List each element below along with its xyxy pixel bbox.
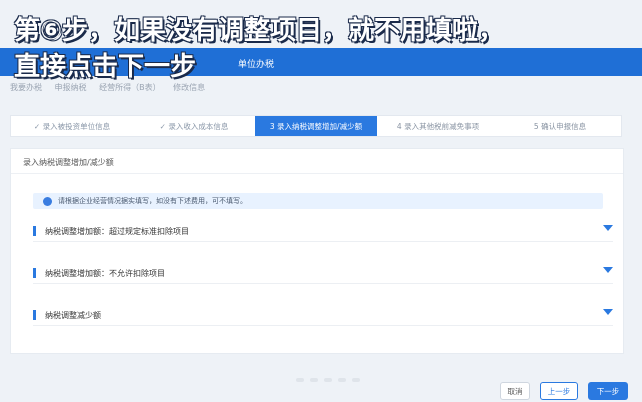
breadcrumb-item[interactable]: 我要办税 [10,83,42,92]
section-label: 纳税调整减少额 [45,311,101,320]
step-1: ✓ 录入被投资单位信息 [33,121,111,131]
carousel-dots [296,378,360,382]
chevron-down-icon[interactable] [603,267,613,273]
dot[interactable] [338,378,346,382]
divider [11,173,623,174]
info-icon [43,196,52,206]
section-marker [33,310,36,320]
info-notice: 请根据企业经营情况据实填写，如没有下述费用，可不填写。 [33,193,603,209]
section-label: 纳税调整增加额：不允许扣除项目 [45,269,165,278]
panel-title: 录入纳税调整增加/减少额 [23,158,114,167]
step-5: 5 确认申报信息 [533,121,587,131]
cancel-button[interactable]: 取消 [500,382,530,400]
instruction-caption-line1: 第⑥步，如果没有调整项目，就不用填啦， [14,16,505,46]
section-increase-not-allowed[interactable]: 纳税调整增加额：不允许扣除项目 [33,265,613,284]
chevron-down-icon[interactable] [603,225,613,231]
dot[interactable] [310,378,318,382]
section-label: 纳税调整增加额：超过规定标准扣除项目 [45,227,189,236]
instruction-caption-line2: 直接点击下一步 [14,52,197,82]
step-3: 3 录入纳税调整增加/减少额 [255,116,377,136]
step-4: 4 录入其他税前减免事项 [396,121,480,131]
breadcrumb-item[interactable]: 申报纳税 [55,83,87,92]
form-panel: 录入纳税调整增加/减少额 请根据企业经营情况据实填写，如没有下述费用，可不填写。… [10,148,624,354]
previous-step-button[interactable]: 上一步 [540,382,578,400]
breadcrumb-item: 修改信息 [173,83,206,92]
step-progress: ✓ 录入被投资单位信息 ✓ 录入收入成本信息 3 录入纳税调整增加/减少额 4 … [10,115,622,137]
section-marker [33,268,36,278]
notice-text: 请根据企业经营情况据实填写，如没有下述费用，可不填写。 [58,197,247,205]
breadcrumb-item[interactable]: 经营所得（B表） [99,83,161,92]
step-2: ✓ 录入收入成本信息 [159,121,229,131]
dot[interactable] [324,378,332,382]
dot[interactable] [296,378,304,382]
dot[interactable] [352,378,360,382]
chevron-down-icon[interactable] [603,309,613,315]
section-decrease[interactable]: 纳税调整减少额 [33,307,613,326]
next-step-button[interactable]: 下一步 [588,382,628,400]
nav-item-unit-tax[interactable]: 单位办税 [238,57,274,70]
section-increase-over-standard[interactable]: 纳税调整增加额：超过规定标准扣除项目 [33,223,613,242]
breadcrumb: 我要办税 申报纳税 经营所得（B表） 修改信息 [10,82,215,93]
section-marker [33,226,36,236]
